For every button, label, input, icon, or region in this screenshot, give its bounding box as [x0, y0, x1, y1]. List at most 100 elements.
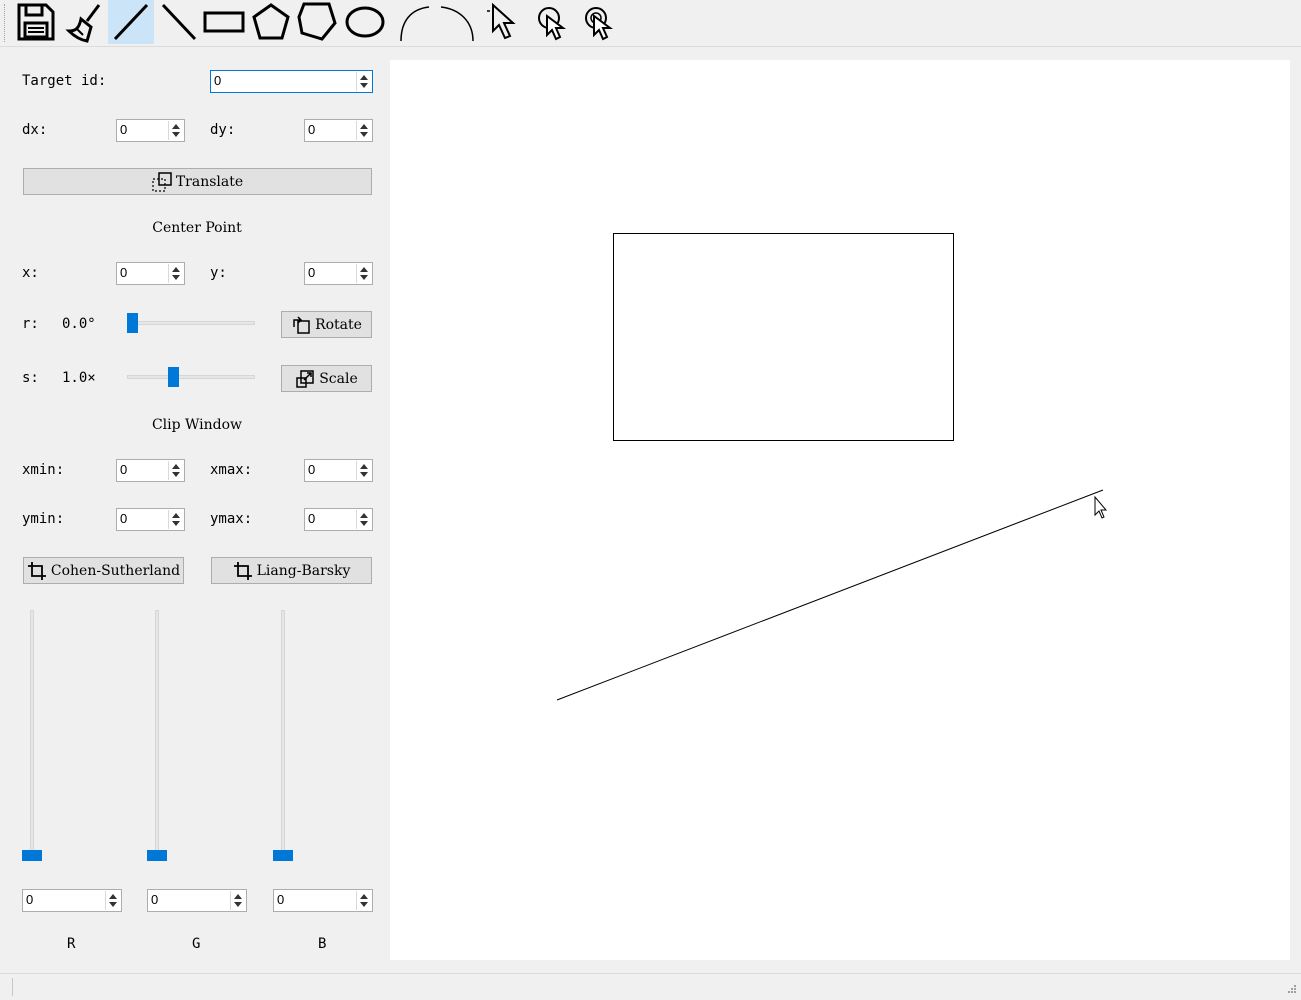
translate-label: Translate [175, 173, 244, 190]
center-y-value: 0 [308, 265, 316, 280]
dy-value: 0 [308, 122, 316, 137]
polygon-icon[interactable] [294, 0, 340, 44]
spin-arrows-icon[interactable] [356, 510, 371, 529]
scale-slider-track[interactable] [127, 375, 255, 379]
x-label: x: [22, 265, 39, 281]
save-icon[interactable] [13, 0, 59, 44]
translate-icon [152, 171, 172, 192]
crop-icon [233, 561, 252, 580]
s-label: s: [22, 370, 39, 386]
rectangle-icon[interactable] [201, 0, 247, 44]
curve-bspline-icon[interactable] [435, 0, 481, 44]
translate-button[interactable]: Translate [23, 168, 372, 195]
line-dda-icon[interactable] [108, 0, 154, 44]
xmin-value: 0 [120, 462, 128, 477]
spin-arrows-icon[interactable] [356, 121, 371, 140]
xmax-label: xmax: [210, 462, 253, 478]
spin-arrows-icon[interactable] [230, 891, 245, 910]
crop-icon [27, 561, 46, 580]
select-cursor-icon[interactable] [483, 0, 529, 44]
drawing-canvas[interactable] [390, 60, 1290, 960]
rotate-slider-handle[interactable] [127, 313, 138, 333]
xmin-label: xmin: [22, 462, 65, 478]
clear-broom-icon[interactable] [61, 0, 107, 44]
pentagon-icon[interactable] [248, 0, 294, 44]
curve-bezier-icon[interactable] [389, 0, 435, 44]
ymax-label: ymax: [210, 511, 253, 527]
line-bresenham-icon[interactable] [155, 0, 201, 44]
center-x-value: 0 [120, 265, 128, 280]
target-id-label: Target id: [22, 73, 107, 89]
spin-arrows-icon[interactable] [356, 891, 371, 910]
spin-arrows-icon[interactable] [356, 264, 371, 283]
ymax-value: 0 [308, 511, 316, 526]
clip-window-heading: Clip Window [151, 417, 243, 433]
select-cursor-2-icon[interactable] [530, 0, 576, 44]
ymax-spinbox[interactable]: 0 [304, 508, 373, 531]
r-slider-track[interactable] [30, 610, 34, 860]
rotate-slider-track[interactable] [127, 321, 255, 325]
dy-spinbox[interactable]: 0 [304, 119, 373, 142]
target-id-value: 0 [214, 73, 222, 88]
scale-button[interactable]: Scale [281, 365, 372, 392]
resize-grip-icon[interactable] [1285, 984, 1297, 996]
b-slider-handle[interactable] [273, 850, 293, 861]
dx-value: 0 [120, 122, 128, 137]
r-slider-handle[interactable] [22, 850, 42, 861]
target-id-spinbox[interactable]: 0 [210, 70, 373, 93]
rotate-button[interactable]: Rotate [281, 311, 372, 338]
liang-barsky-label: Liang-Barsky [256, 562, 351, 579]
b-channel-label: B [318, 936, 327, 952]
scale-label: Scale [319, 370, 358, 387]
b-slider-track[interactable] [281, 610, 285, 860]
scale-slider-handle[interactable] [167, 367, 179, 387]
spin-arrows-icon[interactable] [105, 891, 120, 910]
ymin-label: ymin: [22, 511, 65, 527]
r-label: r: [22, 316, 39, 332]
spin-arrows-icon[interactable] [356, 461, 371, 480]
rotate-icon [293, 315, 310, 334]
select-cursor-3-icon[interactable] [577, 0, 623, 44]
b-spinbox[interactable]: 0 [273, 889, 373, 912]
xmax-value: 0 [308, 462, 316, 477]
r-value: 0.0° [62, 316, 96, 332]
r-channel-label: R [67, 936, 76, 952]
s-value: 1.0× [62, 370, 96, 386]
xmax-spinbox[interactable]: 0 [304, 459, 373, 482]
dy-label: dy: [210, 122, 236, 138]
ymin-value: 0 [120, 511, 128, 526]
dx-label: dx: [22, 122, 48, 138]
cohen-sutherland-label: Cohen-Sutherland [50, 562, 181, 579]
spin-arrows-icon[interactable] [168, 510, 183, 529]
ellipse-icon[interactable] [342, 0, 388, 44]
mouse-cursor-icon [1094, 495, 1108, 519]
center-y-spinbox[interactable]: 0 [304, 262, 373, 285]
y-label: y: [210, 265, 227, 281]
b-spin-value: 0 [277, 892, 285, 907]
spin-arrows-icon[interactable] [168, 461, 183, 480]
liang-barsky-button[interactable]: Liang-Barsky [211, 557, 372, 584]
drawn-rectangle[interactable] [613, 233, 954, 441]
cohen-sutherland-button[interactable]: Cohen-Sutherland [23, 557, 184, 584]
xmin-spinbox[interactable]: 0 [116, 459, 185, 482]
drawn-line[interactable] [556, 489, 1104, 701]
r-spinbox[interactable]: 0 [22, 889, 122, 912]
g-spin-value: 0 [151, 892, 159, 907]
rotate-label: Rotate [315, 316, 362, 333]
g-spinbox[interactable]: 0 [147, 889, 247, 912]
g-slider-track[interactable] [155, 610, 159, 860]
spin-arrows-icon[interactable] [356, 72, 371, 91]
spin-arrows-icon[interactable] [168, 121, 183, 140]
toolbar [0, 0, 1301, 47]
g-channel-label: G [192, 936, 201, 952]
r-spin-value: 0 [26, 892, 34, 907]
dx-spinbox[interactable]: 0 [116, 119, 185, 142]
canvas-drawing [556, 233, 1108, 701]
g-slider-handle[interactable] [147, 850, 167, 861]
ymin-spinbox[interactable]: 0 [116, 508, 185, 531]
toolbar-grip[interactable] [4, 4, 8, 42]
spin-arrows-icon[interactable] [168, 264, 183, 283]
center-x-spinbox[interactable]: 0 [116, 262, 185, 285]
status-bar [0, 973, 1301, 1000]
status-divider [12, 978, 13, 996]
